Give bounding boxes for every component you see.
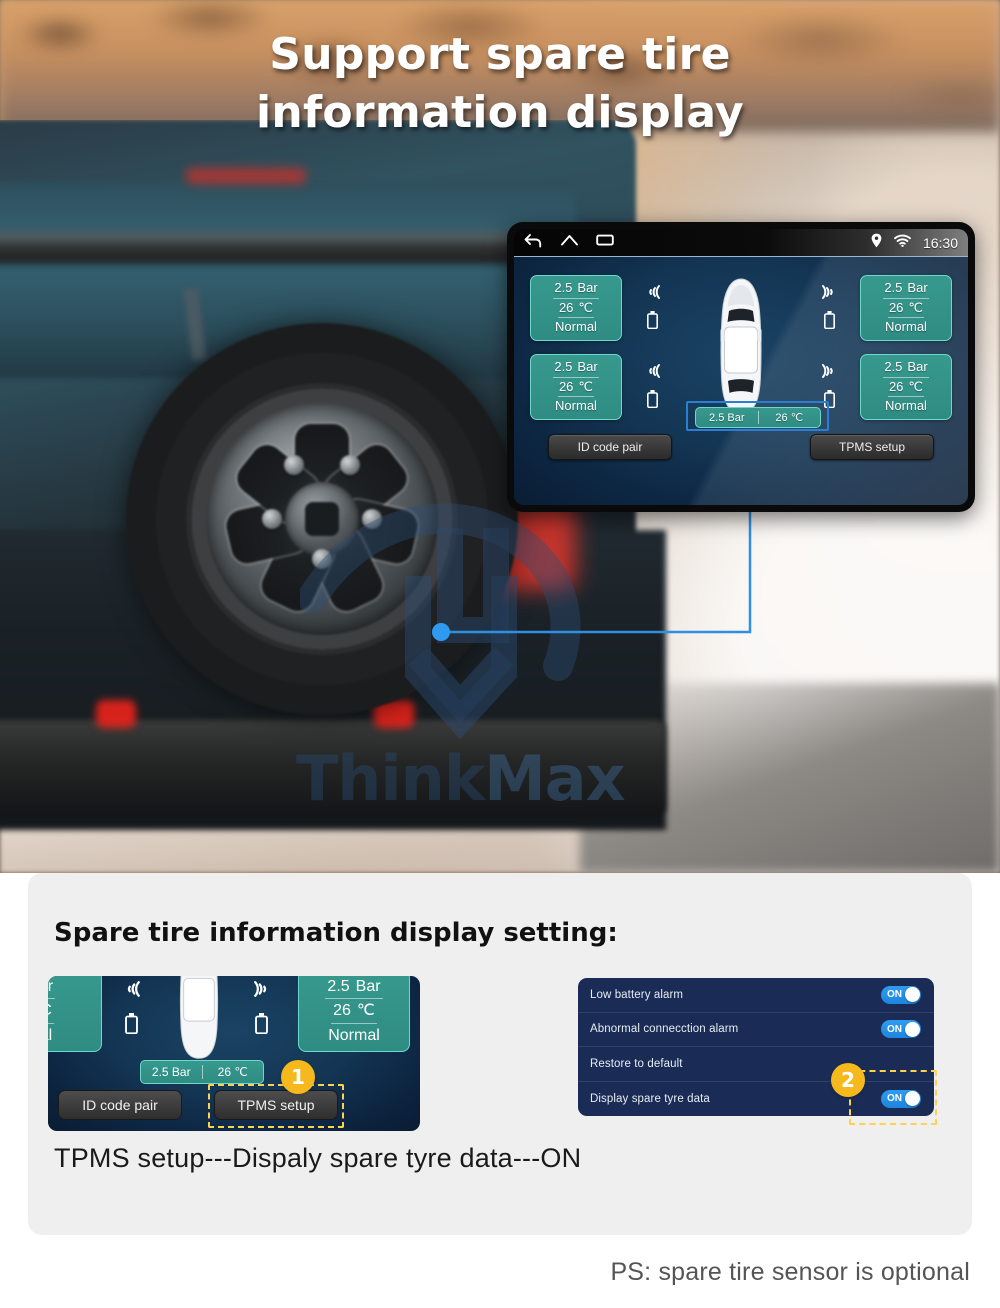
tire-temp-value: 26 (888, 378, 904, 394)
spare-pressure: 2.5 Bar (709, 411, 745, 424)
signal-wave-icon (643, 284, 663, 300)
battery-icon (125, 1013, 138, 1035)
status-bar-clock: 16:30 (922, 234, 958, 251)
tire-temp-unit: ℃ (908, 299, 924, 315)
mini-tire-card-left-clipped[interactable]: ar C al (48, 976, 102, 1052)
back-arrow-icon[interactable] (524, 233, 543, 253)
mini-spare-tire-readout[interactable]: 2.5 Bar 26 ℃ (140, 1060, 264, 1084)
android-head-unit: 16:30 2.5 Bar 26 ℃ Normal 2.5 Bar 26 ℃ Norma… (507, 222, 975, 512)
settings-row-label: Restore to default (590, 1057, 683, 1070)
mini-tire-status: Normal (328, 1026, 380, 1044)
mini-tire-status: al (48, 1026, 53, 1044)
mini-tire-temp-unit: C (48, 1002, 52, 1019)
mini-tpms-screenshot: ar C al 2.5 Bar 26 ℃ Normal 2.5 Bar (48, 976, 420, 1131)
step-badge-2: 2 (831, 1063, 865, 1097)
mini-tire-pressure-unit: ar (48, 978, 54, 996)
step-1-dashed-highlight (208, 1084, 344, 1128)
tire-pressure-value: 2.5 (554, 359, 573, 375)
footer-note: PS: spare tire sensor is optional (610, 1258, 970, 1286)
tire-card-front-right[interactable]: 2.5 Bar 26 ℃ Normal (860, 275, 952, 341)
signal-wave-icon (120, 980, 144, 998)
tire-pressure-unit: Bar (907, 359, 928, 375)
recents-icon[interactable] (596, 233, 615, 252)
tire-pressure-unit: Bar (907, 280, 928, 296)
tire-temp-unit: ℃ (908, 378, 924, 394)
page-title-line1: Support spare tire (269, 29, 731, 80)
tire-status: Normal (555, 319, 597, 335)
mini-tire-pressure-value: 2.5 (327, 978, 350, 996)
hero-section: ThinkMax 16:30 2.5 Bar 26 ℃ Normal 2.5 B… (0, 0, 1000, 873)
signal-wave-icon (250, 980, 274, 998)
tire-pressure-value: 2.5 (884, 359, 903, 375)
id-code-pair-button[interactable]: ID code pair (548, 434, 672, 460)
alloy-wheel-rim (206, 403, 438, 635)
mini-tire-pressure-unit: Bar (355, 978, 381, 996)
tire-card-rear-right[interactable]: 2.5 Bar 26 ℃ Normal (860, 354, 952, 420)
tire-status: Normal (555, 398, 597, 414)
location-pin-icon (871, 233, 882, 253)
signal-wave-icon (819, 363, 839, 379)
battery-icon (255, 1013, 268, 1035)
tire-status: Normal (885, 398, 927, 414)
signal-wave-icon (643, 363, 663, 379)
mini-spare-temperature: 26 ℃ (217, 1065, 248, 1079)
mini-tire-temp-value: 26 (333, 1002, 351, 1020)
settings-row-low-battery-alarm[interactable]: Low battery alarm ON (578, 978, 934, 1013)
car-top-view-icon (708, 277, 774, 417)
toggle-abnormal-connection-alarm[interactable]: ON (881, 1020, 921, 1039)
spare-tire-readout[interactable]: 2.5 Bar 26 ℃ (695, 407, 821, 428)
settings-row-abnormal-connection-alarm[interactable]: Abnormal connecction alarm ON (578, 1013, 934, 1047)
tire-pressure-unit: Bar (577, 359, 598, 375)
tpms-setup-button[interactable]: TPMS setup (810, 434, 934, 460)
wifi-icon (894, 234, 911, 252)
tire-status: Normal (885, 319, 927, 335)
mini-spare-pressure: 2.5 Bar (151, 1065, 191, 1079)
android-status-bar: 16:30 (514, 229, 968, 257)
tire-temp-value: 26 (558, 299, 574, 315)
tire-pressure-unit: Bar (577, 280, 598, 296)
tire-pressure-value: 2.5 (884, 280, 903, 296)
tire-temp-unit: ℃ (578, 299, 594, 315)
spare-temperature: 26 ℃ (775, 412, 804, 424)
toggle-low-battery-alarm[interactable]: ON (881, 985, 921, 1004)
battery-icon (647, 311, 658, 330)
mini-tire-card-right[interactable]: 2.5 Bar 26 ℃ Normal (298, 976, 410, 1052)
toggle-label: ON (887, 989, 902, 1001)
instruction-note: TPMS setup---Dispaly spare tyre data---O… (54, 1143, 582, 1173)
tire-pressure-value: 2.5 (554, 280, 573, 296)
tire-temp-unit: ℃ (578, 378, 594, 394)
settings-row-label: Display spare tyre data (590, 1092, 710, 1105)
home-icon[interactable] (560, 233, 579, 252)
settings-row-label: Abnormal connecction alarm (590, 1023, 739, 1036)
panel-heading: Spare tire information display setting: (54, 918, 618, 948)
toggle-knob (904, 987, 920, 1003)
tire-card-rear-left[interactable]: 2.5 Bar 26 ℃ Normal (530, 354, 622, 420)
toggle-label: ON (887, 1023, 902, 1035)
tpms-main-screen: 2.5 Bar 26 ℃ Normal 2.5 Bar 26 ℃ Normal 2.5 B… (514, 257, 968, 505)
car-top-view-icon (166, 976, 232, 1062)
mini-tire-temp-unit: ℃ (356, 1002, 375, 1020)
signal-wave-icon (819, 284, 839, 300)
page-title-line2: information display (255, 87, 745, 139)
mini-id-code-pair-button[interactable]: ID code pair (58, 1090, 182, 1120)
tire-temp-value: 26 (888, 299, 904, 315)
spare-tire-image (126, 323, 518, 715)
toggle-knob (904, 1021, 920, 1037)
battery-icon (824, 311, 835, 330)
battery-icon (647, 390, 658, 409)
step-badge-1: 1 (281, 1060, 315, 1094)
tire-card-front-left[interactable]: 2.5 Bar 26 ℃ Normal (530, 275, 622, 341)
page-title: Support spare tire information display (0, 26, 1000, 142)
settings-row-label: Low battery alarm (590, 988, 684, 1001)
tire-temp-value: 26 (558, 378, 574, 394)
